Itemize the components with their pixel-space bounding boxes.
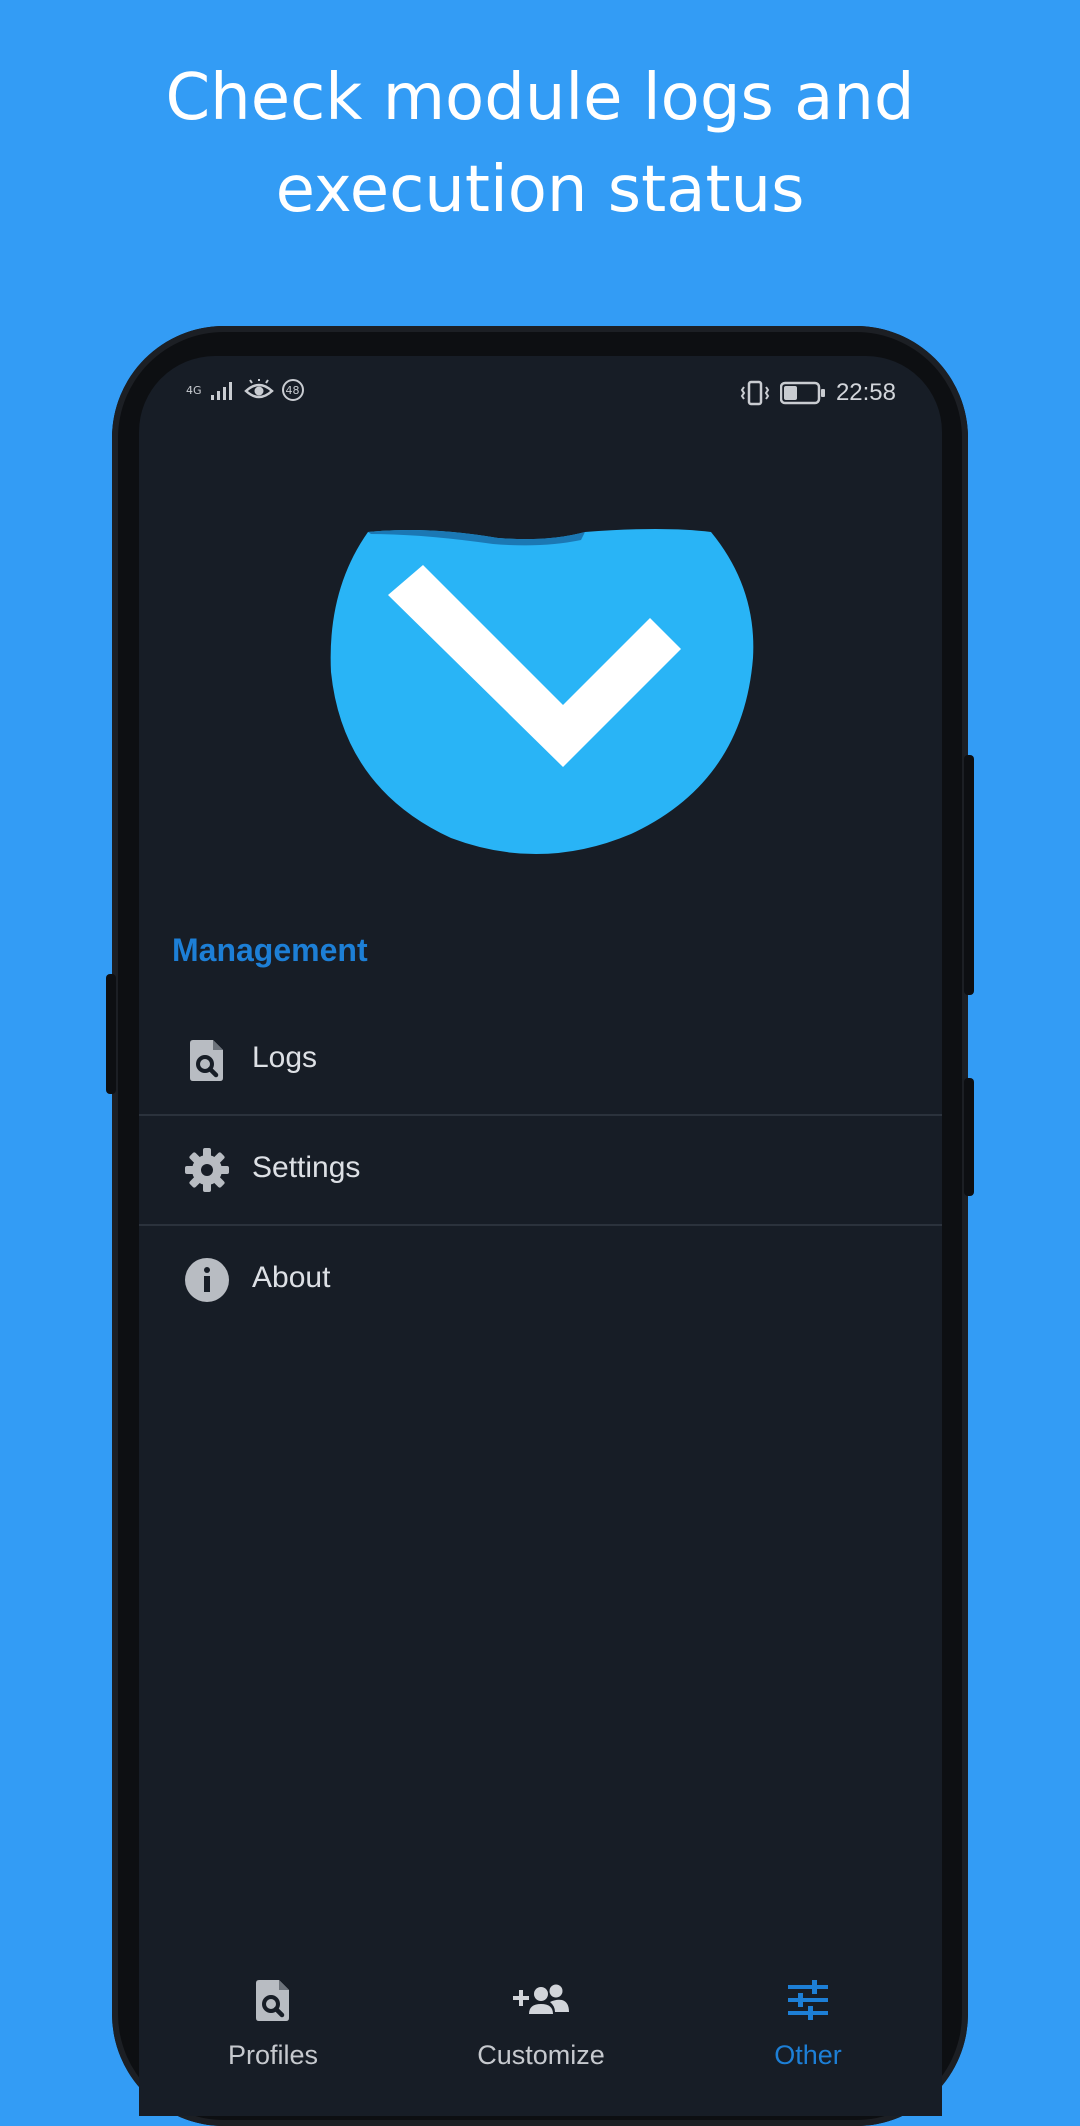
notification-count-badge: 48	[281, 379, 304, 401]
menu-item-label-settings: Settings	[252, 1151, 361, 1184]
headline-line-1: Check module logs and	[165, 61, 915, 135]
nav-tab-other[interactable]: Other	[674, 1956, 942, 2116]
headline: Check module logs and execution status	[0, 52, 1080, 236]
nav-label-profiles: Profiles	[227, 2040, 319, 2070]
bottom-navigation: Profiles Customize Other	[139, 1956, 942, 2116]
phone-screen: 4G 48 22:58 Management Logs Settings Abo…	[139, 356, 942, 2116]
menu-item-label-logs: Logs	[252, 1041, 318, 1074]
phone-side-button	[106, 974, 116, 1094]
phone-volume-button	[964, 755, 974, 995]
headline-line-2: execution status	[275, 153, 805, 227]
nav-label-customize: Customize	[477, 2040, 605, 2070]
gear-icon	[185, 1148, 229, 1192]
nav-label-other: Other	[774, 2040, 842, 2070]
nav-tab-profiles[interactable]: Profiles	[139, 1956, 407, 2116]
vibrate-icon	[740, 380, 770, 406]
status-bar: 4G 48 22:58	[139, 370, 942, 420]
management-menu: Logs Settings About	[139, 1006, 942, 1334]
file-search-icon	[256, 1980, 289, 2021]
signal-icon	[210, 382, 232, 400]
menu-item-label-about: About	[252, 1261, 331, 1294]
battery-icon	[779, 381, 825, 405]
status-time: 22:58	[835, 379, 896, 406]
menu-item-logs[interactable]: Logs	[139, 1006, 942, 1114]
info-icon	[185, 1258, 229, 1302]
add-group-icon	[513, 1984, 569, 2014]
section-title-management: Management	[172, 932, 368, 968]
file-search-icon	[190, 1040, 223, 1081]
checkmark-logo-icon	[330, 529, 754, 855]
menu-item-about[interactable]: About	[139, 1226, 942, 1334]
menu-item-settings[interactable]: Settings	[139, 1116, 942, 1224]
nav-tab-customize[interactable]: Customize	[407, 1956, 675, 2116]
sliders-icon	[788, 1980, 828, 2020]
eye-icon	[243, 379, 274, 399]
phone-power-button	[964, 1078, 974, 1196]
network-type-label: 4G	[186, 383, 202, 397]
